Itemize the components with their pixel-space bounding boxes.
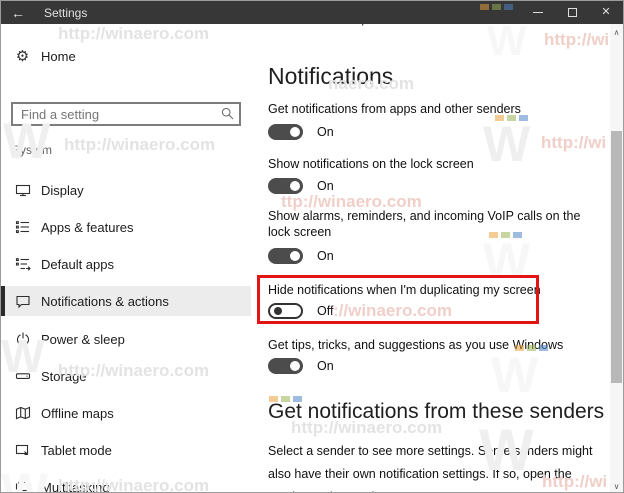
settings-window: ← Settings ✕ ⚙ Home System Disp xyxy=(0,0,624,493)
multitasking-icon xyxy=(14,479,31,493)
sidebar: ⚙ Home System Display Apps & features xyxy=(1,24,251,493)
apps-features-icon xyxy=(14,219,31,236)
storage-icon xyxy=(14,368,31,385)
power-icon xyxy=(14,331,31,348)
toggle-switch[interactable] xyxy=(268,358,303,374)
senders-description: Select a sender to see more settings. So… xyxy=(268,444,593,492)
toggle-state: Off xyxy=(317,304,334,318)
toggle-label-lock-screen: Show notifications on the lock screen xyxy=(268,157,474,171)
sidebar-item-label: Offline maps xyxy=(41,405,114,421)
sidebar-item-tablet-mode[interactable]: Tablet mode xyxy=(1,435,251,465)
minimize-button[interactable] xyxy=(521,1,555,24)
tablet-mode-icon xyxy=(14,442,31,459)
toggle-label-get-notifications: Get notifications from apps and other se… xyxy=(268,102,521,116)
sidebar-item-offline-maps[interactable]: Offline maps xyxy=(1,398,251,428)
sidebar-item-home[interactable]: ⚙ Home xyxy=(1,41,251,71)
window-title: Settings xyxy=(44,5,88,20)
toggle-switch[interactable] xyxy=(268,178,303,194)
gear-icon: ⚙ xyxy=(15,48,30,65)
sidebar-item-display[interactable]: Display xyxy=(1,175,251,205)
sidebar-item-label: Multitasking xyxy=(41,479,110,493)
search-input[interactable] xyxy=(11,102,241,126)
toggle-alarms-voip: On xyxy=(268,248,334,264)
maximize-button[interactable] xyxy=(555,1,589,24)
toggle-state: On xyxy=(317,359,334,373)
toggle-hide-duplicating: Off xyxy=(268,303,333,319)
toggle-label-tips-tricks: Get tips, tricks, and suggestions as you… xyxy=(268,338,564,352)
back-button[interactable]: ← xyxy=(1,1,35,24)
default-apps-icon xyxy=(14,256,31,273)
toggle-knob xyxy=(290,181,300,191)
toggle-knob xyxy=(290,127,300,137)
senders-heading: Get notifications from these senders xyxy=(268,400,605,423)
toggle-lock-screen: On xyxy=(268,178,334,194)
scroll-up-arrow[interactable]: ∧ xyxy=(610,26,623,38)
sidebar-item-label: Tablet mode xyxy=(41,442,112,458)
sidebar-section-system: System xyxy=(12,143,53,157)
selected-indicator-bar xyxy=(1,286,5,316)
toggle-knob xyxy=(274,307,282,315)
winaero-logo-colors xyxy=(480,4,513,10)
sidebar-item-storage[interactable]: Storage xyxy=(1,361,251,391)
toggle-state: On xyxy=(317,249,334,263)
toggle-knob xyxy=(290,251,300,261)
display-icon xyxy=(14,182,31,199)
minimize-icon xyxy=(533,12,543,13)
toggle-get-notifications: On xyxy=(268,124,334,140)
sidebar-item-apps-features[interactable]: Apps & features xyxy=(1,212,251,242)
scrollbar-thumb[interactable] xyxy=(611,131,622,383)
sidebar-item-power-sleep[interactable]: Power & sleep xyxy=(1,324,251,354)
sidebar-item-label: Notifications & actions xyxy=(41,293,169,309)
toggle-knob xyxy=(290,361,300,371)
sidebar-item-label: Default apps xyxy=(41,256,114,272)
toggle-switch[interactable] xyxy=(268,124,303,140)
notifications-icon xyxy=(14,293,31,310)
sidebar-item-label: Home xyxy=(41,48,76,64)
sidebar-item-notifications-actions[interactable]: Notifications & actions xyxy=(1,286,251,316)
close-icon: ✕ xyxy=(601,6,611,18)
scrollbar: ∧ ∨ xyxy=(610,24,623,492)
sidebar-item-label: Apps & features xyxy=(41,219,134,235)
toggle-switch[interactable] xyxy=(268,303,303,319)
sidebar-item-label: Storage xyxy=(41,368,87,384)
search-icon xyxy=(221,107,234,125)
close-button[interactable]: ✕ xyxy=(589,1,623,24)
toggle-label-alarms-voip: Show alarms, reminders, and incoming VoI… xyxy=(268,209,581,239)
main-content: Add or remove quick actions Notification… xyxy=(251,1,612,492)
sidebar-item-label: Display xyxy=(41,182,84,198)
back-arrow-icon: ← xyxy=(11,4,25,21)
sidebar-item-label: Power & sleep xyxy=(41,331,125,347)
sidebar-item-multitasking[interactable]: Multitasking xyxy=(1,472,251,493)
title-bar: ← Settings ✕ xyxy=(1,1,623,24)
offline-maps-icon xyxy=(14,405,31,422)
toggle-label-hide-duplicating: Hide notifications when I'm duplicating … xyxy=(268,283,541,297)
sidebar-item-default-apps[interactable]: Default apps xyxy=(1,249,251,279)
toggle-state: On xyxy=(317,125,334,139)
toggle-tips-tricks: On xyxy=(268,358,334,374)
scroll-down-arrow[interactable]: ∨ xyxy=(610,480,623,492)
toggle-state: On xyxy=(317,179,334,193)
toggle-switch[interactable] xyxy=(268,248,303,264)
maximize-icon xyxy=(567,8,577,17)
notifications-heading: Notifications xyxy=(268,63,394,89)
